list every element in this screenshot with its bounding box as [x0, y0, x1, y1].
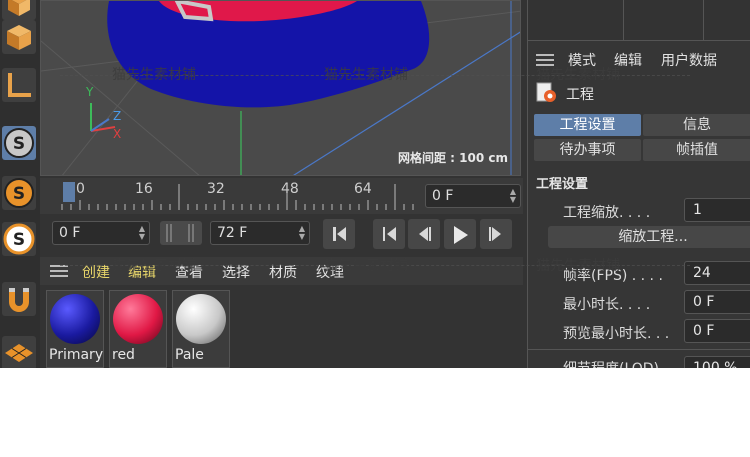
material-preview-ball — [176, 294, 226, 344]
play-icon — [454, 226, 468, 244]
project-gear-icon — [536, 82, 556, 102]
scale-project-button[interactable]: 缩放工程... — [548, 226, 750, 248]
material-preview-ball — [50, 294, 100, 344]
axis-y-label: Y — [86, 85, 94, 99]
material-preview-ball — [113, 294, 163, 344]
current-frame-value: 0 F — [432, 188, 454, 204]
object-manager-area — [528, 0, 750, 41]
material-name: red — [112, 347, 135, 363]
watermark-line — [60, 265, 690, 266]
fps-label: 帧率(FPS) . . . . — [563, 268, 663, 284]
section-heading: 工程设置 — [536, 177, 589, 192]
spinner-icon[interactable]: ▲ ▼ — [510, 188, 516, 204]
divider — [528, 349, 750, 350]
axis-x-label: X — [113, 127, 122, 141]
magnet-icon[interactable] — [2, 282, 36, 316]
preview-min-time-label: 预览最小时长. . . — [563, 326, 670, 342]
cinema4d-window: S S S Y Z X 网格间距: 100 cm 0 16 32 48 64 … — [0, 0, 750, 368]
prev-key-button[interactable] — [373, 219, 405, 249]
material-swatch-primary[interactable]: Primary — [46, 290, 104, 368]
axis-icon[interactable] — [2, 68, 36, 102]
grid-plane-icon[interactable] — [2, 336, 36, 368]
skip-start-icon — [333, 227, 346, 241]
cube-icon[interactable] — [2, 0, 36, 20]
hamburger-icon[interactable] — [536, 54, 554, 66]
preview-min-time-input[interactable]: 0 F — [684, 319, 750, 343]
tab-frame-interpolation[interactable]: 帧插值 — [643, 139, 750, 161]
fps-input[interactable]: 24 — [684, 261, 750, 285]
menu-edit[interactable]: 编辑 — [614, 50, 642, 70]
material-swatch-red[interactable]: red — [109, 290, 167, 368]
axis-z-label: Z — [113, 109, 122, 123]
spinner-icon[interactable]: ▲ ▼ — [139, 225, 145, 241]
prev-frame-icon — [419, 227, 431, 241]
tab-todo[interactable]: 待办事项 — [534, 139, 641, 161]
material-swatch-pale[interactable]: Pale — [172, 290, 230, 368]
project-scale-input[interactable]: 1 — [684, 198, 750, 222]
start-frame-field[interactable]: 0 F ▲ ▼ — [52, 221, 150, 245]
min-time-input[interactable]: 0 F — [684, 290, 750, 314]
end-frame-field[interactable]: 72 F ▲ ▼ — [210, 221, 310, 245]
attribute-menu-bar: 模式 编辑 用户数据 — [528, 47, 750, 71]
svg-text:S: S — [13, 134, 25, 154]
lod-label: 细节程度(LOD) — [563, 358, 659, 368]
tab-project-settings[interactable]: 工程设置 — [534, 114, 641, 136]
play-button[interactable] — [444, 219, 476, 249]
sculpt-s-icon[interactable]: S — [2, 126, 36, 160]
next-frame-icon — [489, 227, 501, 241]
material-name: Primary — [49, 347, 104, 363]
next-frame-button[interactable] — [480, 219, 512, 249]
material-menu-bar: 创建 编辑 查看 选择 材质 纹理 — [40, 257, 523, 285]
menu-mode[interactable]: 模式 — [568, 50, 596, 70]
prev-key-icon — [383, 227, 396, 241]
attribute-manager: 模式 编辑 用户数据 工程 工程设置 信息 待办事项 帧插值 工程设置 工程缩放… — [527, 0, 750, 368]
end-frame-value: 72 F — [217, 225, 248, 241]
material-list: Primary red Pale — [40, 286, 523, 368]
tab-info[interactable]: 信息 — [643, 114, 750, 136]
grid-spacing-label: 网格间距 : 100 cm — [398, 151, 508, 165]
prev-frame-button[interactable] — [408, 219, 440, 249]
3d-viewport[interactable]: Y Z X 网格间距 : 100 cm — [40, 0, 521, 176]
attribute-title-text: 工程 — [566, 87, 594, 103]
svg-text:S: S — [13, 230, 25, 250]
lod-input[interactable]: 100 % — [684, 356, 750, 368]
spline-s-icon[interactable]: S — [2, 176, 36, 210]
hamburger-icon[interactable] — [50, 265, 68, 277]
material-name: Pale — [175, 347, 204, 363]
min-time-label: 最小时长. . . . — [563, 297, 651, 313]
menu-user-data[interactable]: 用户数据 — [661, 50, 717, 70]
spinner-icon[interactable]: ▲ ▼ — [299, 225, 305, 241]
start-frame-value: 0 F — [59, 225, 81, 241]
go-to-start-button[interactable] — [323, 219, 355, 249]
project-scale-label: 工程缩放. . . . — [563, 205, 651, 221]
attribute-title: 工程 — [536, 80, 750, 108]
watermark-line — [60, 75, 690, 76]
svg-text:S: S — [13, 184, 25, 204]
range-slider[interactable] — [160, 221, 202, 245]
left-toolbar: S S S — [0, 0, 40, 368]
snap-s-icon[interactable]: S — [2, 222, 36, 256]
cube-primitive-icon[interactable] — [2, 20, 36, 54]
current-frame-field[interactable]: 0 F ▲ ▼ — [425, 184, 521, 208]
